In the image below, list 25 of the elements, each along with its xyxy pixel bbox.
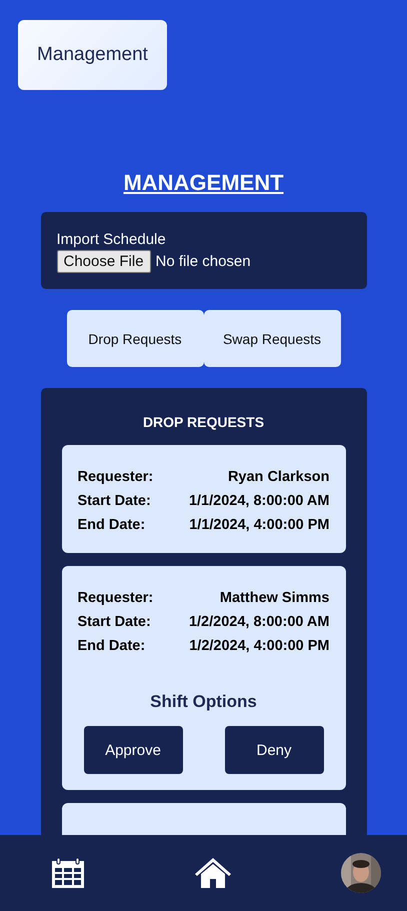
field-value: Matthew Simms [220, 589, 330, 608]
panel-title: DROP REQUESTS [142, 414, 264, 430]
calendar-icon[interactable] [52, 858, 84, 888]
field-label: Requester: [78, 589, 154, 608]
action-button[interactable]: Approve [84, 726, 182, 774]
action-button[interactable]: Deny [224, 726, 324, 774]
home-icon[interactable] [194, 858, 230, 888]
file-status: No file chosen [156, 253, 251, 270]
field-value: Ryan Clarkson [228, 468, 330, 487]
field-value: 1/2/2024, 4:00:00 PM [189, 637, 330, 656]
page-heading: MANAGEMENT [123, 170, 284, 196]
field-value: 1/2/2024, 8:00:00 AM [188, 613, 330, 632]
shift-options-title: Shift Options [149, 692, 258, 712]
field-label: End Date: [78, 516, 146, 535]
field-label: Requester: [78, 468, 154, 487]
management-button[interactable]: Management [18, 20, 167, 90]
field-label: End Date: [78, 637, 146, 656]
field-value: 1/1/2024, 4:00:00 PM [189, 516, 330, 535]
field-label: Start Date: [78, 492, 151, 511]
field-value: 1/1/2024, 8:00:00 AM [188, 492, 330, 511]
field-label: Start Date: [78, 613, 151, 632]
request-tab[interactable]: Swap Requests [204, 310, 340, 367]
choose-file-button[interactable]: Choose File [56, 250, 151, 273]
request-tab[interactable]: Drop Requests [66, 310, 204, 367]
import-label: Import Schedule [56, 231, 167, 248]
